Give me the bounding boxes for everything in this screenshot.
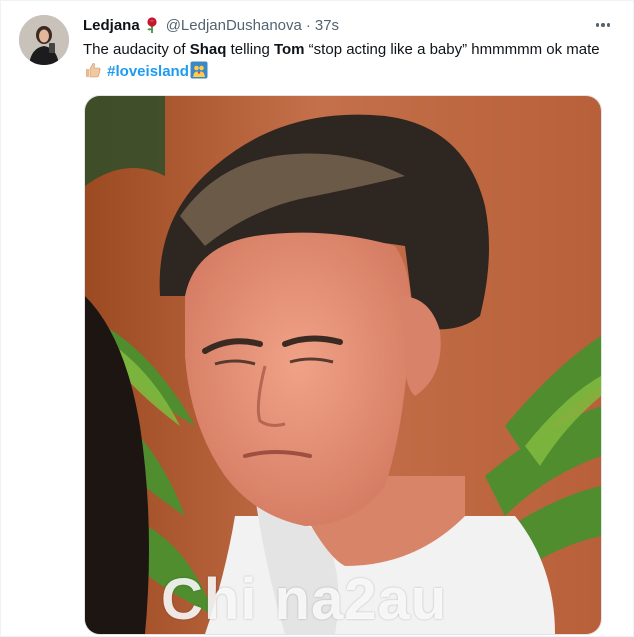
tweet-header: Ledjana @LedjanDushanova · 37s: [83, 14, 339, 36]
heart-couple-icon: [190, 61, 208, 79]
hashtag-link[interactable]: #loveisland: [107, 63, 189, 80]
rose-icon: [144, 16, 160, 34]
separator-dot: ·: [305, 16, 311, 34]
text-segment: telling: [226, 41, 274, 58]
tweet-photo[interactable]: [84, 95, 602, 635]
text-segment: The audacity of: [83, 41, 190, 58]
tweet-card[interactable]: Ledjana @LedjanDushanova · 37s The audac…: [0, 0, 634, 637]
user-handle[interactable]: @LedjanDushanova: [166, 17, 302, 34]
display-name[interactable]: Ledjana: [83, 17, 140, 34]
avatar[interactable]: [19, 15, 69, 65]
text-segment: “stop acting like a baby” hmmmmm ok mate: [304, 41, 600, 58]
mention-tom: Tom: [273, 41, 305, 58]
tweet-text: The audacity of Shaq telling Tom “stop a…: [83, 39, 613, 83]
mention-shaq: Shaq: [189, 41, 227, 58]
more-options-icon[interactable]: [593, 15, 613, 35]
thumbs-up-icon: [84, 61, 102, 79]
timestamp[interactable]: 37s: [315, 17, 339, 34]
